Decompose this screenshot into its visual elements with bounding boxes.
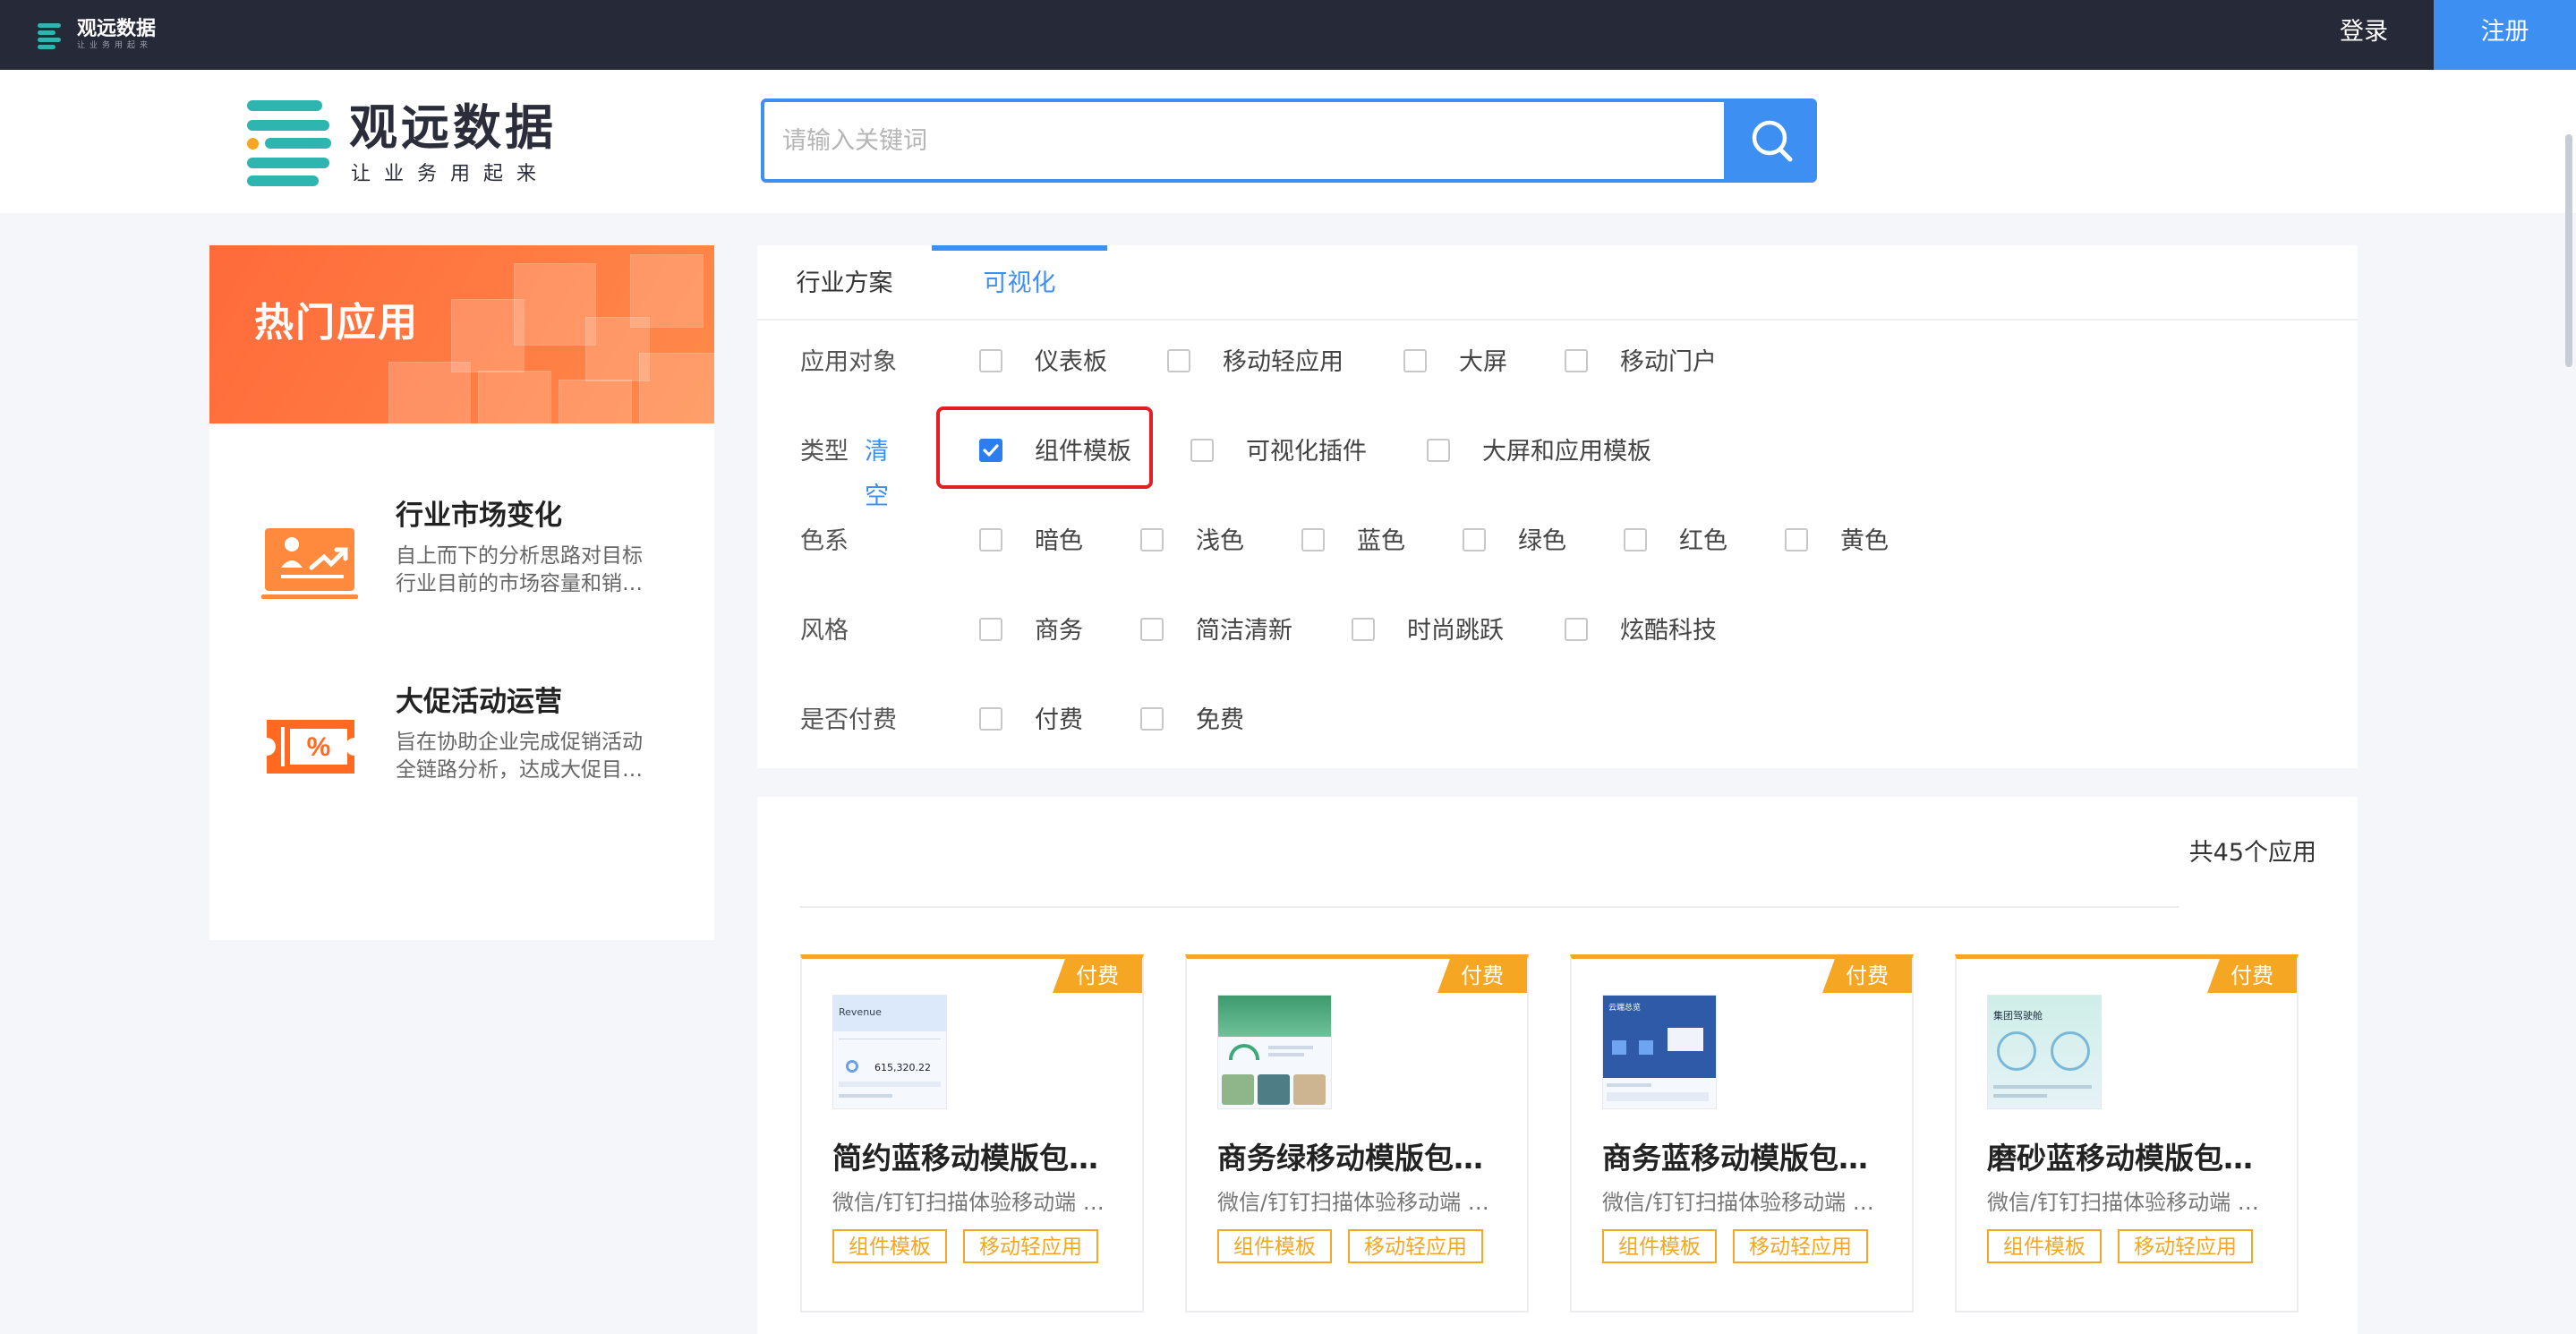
tab-visualization[interactable]: 可视化 — [932, 245, 1107, 319]
checkbox[interactable] — [1403, 349, 1427, 372]
check-icon — [983, 444, 999, 457]
brand-slogan: 让业务用起来 — [351, 163, 550, 185]
hot-item-desc: 旨在协助企业完成促销活动 全链路分析，达成大促目… — [396, 731, 643, 782]
topbar-logo-text: 观远数据 — [77, 18, 157, 40]
hot-item-market[interactable]: 行业市场变化 自上而下的分析思路对目标 行业目前的市场容量和销… — [209, 483, 714, 627]
filter-label: 应用对象 — [800, 348, 897, 376]
hot-apps-title: 热门应用 — [254, 300, 419, 346]
checkbox[interactable] — [1140, 618, 1164, 641]
checkbox-checked[interactable] — [979, 439, 1002, 462]
tag[interactable]: 组件模板 — [1602, 1229, 1717, 1263]
tag[interactable]: 组件模板 — [1217, 1229, 1332, 1263]
tag[interactable]: 移动轻应用 — [963, 1229, 1098, 1263]
paid-badge: 付费 — [1053, 959, 1142, 993]
filter-label: 色系 — [800, 527, 849, 555]
checkbox[interactable] — [1427, 439, 1450, 462]
tag[interactable]: 组件模板 — [832, 1229, 947, 1263]
checkbox[interactable] — [1463, 528, 1486, 552]
topbar-logo[interactable]: 观远数据 让业务用起来 — [32, 14, 156, 56]
page-scrollbar[interactable] — [2565, 134, 2572, 367]
checkbox[interactable] — [979, 618, 1002, 641]
checkbox[interactable] — [1624, 528, 1647, 552]
thumb-title: Revenue — [833, 996, 946, 1031]
app-subtitle: 微信/钉钉扫描体验移动端 … — [1987, 1190, 2259, 1215]
checkbox[interactable] — [1140, 528, 1164, 552]
checkbox[interactable] — [1565, 349, 1588, 372]
checkbox[interactable] — [1140, 707, 1164, 731]
tab-divider — [757, 319, 2358, 321]
app-card[interactable]: 付费 Revenue 615,320.22 简约蓝移动模版包… 微信/钉钉扫描体… — [800, 954, 1144, 1313]
filter-label: 是否付费 — [800, 706, 897, 734]
checkbox[interactable] — [1301, 528, 1325, 552]
checkbox[interactable] — [979, 349, 1002, 372]
tag[interactable]: 组件模板 — [1987, 1229, 2102, 1263]
hot-apps-banner: 热门应用 — [209, 245, 714, 423]
checkbox[interactable] — [979, 528, 1002, 552]
app-title: 商务蓝移动模版包… — [1602, 1141, 1868, 1176]
tag[interactable]: 移动轻应用 — [1348, 1229, 1483, 1263]
app-title: 简约蓝移动模版包… — [832, 1141, 1098, 1176]
svg-text:%: % — [307, 732, 331, 762]
app-subtitle: 微信/钉钉扫描体验移动端 … — [1217, 1190, 1489, 1215]
search-button[interactable] — [1727, 98, 1817, 183]
app-card[interactable]: 付费 云端总览 商务蓝移动模版包… 微信/钉钉扫描体验移动端 … 组件模板 移动… — [1570, 954, 1914, 1313]
register-button[interactable]: 注册 — [2434, 0, 2576, 70]
paid-badge: 付费 — [1822, 959, 1912, 993]
checkbox[interactable] — [1190, 439, 1214, 462]
search-field — [761, 98, 1727, 183]
tag[interactable]: 移动轻应用 — [1733, 1229, 1868, 1263]
top-nav-bar: 观远数据 让业务用起来 登录 注册 — [0, 0, 2576, 70]
coupon-percent-icon: % — [267, 720, 354, 774]
hot-item-promotion[interactable]: % 大促活动运营 旨在协助企业完成促销活动 全链路分析，达成大促目… — [209, 670, 714, 813]
app-thumbnail: 集团驾驶舱 — [1987, 995, 2102, 1109]
logo-icon — [32, 18, 66, 52]
login-link[interactable]: 登录 — [2315, 0, 2413, 70]
app-thumbnail — [1217, 995, 1332, 1109]
active-tab-indicator — [932, 245, 1107, 251]
app-card[interactable]: 付费 商务绿移动模版包… 微信/钉钉扫描体验移动端 … 组件模板 移动轻应用 — [1185, 954, 1529, 1313]
app-thumbnail: 云端总览 — [1602, 995, 1717, 1109]
checkbox[interactable] — [1785, 528, 1808, 552]
app-card[interactable]: 付费 集团驾驶舱 磨砂蓝移动模版包… 微信/钉钉扫描体验移动端 … 组件模板 移… — [1955, 954, 2299, 1313]
hot-item-title: 行业市场变化 — [396, 500, 562, 532]
topbar-logo-slogan: 让业务用起来 — [77, 41, 153, 50]
tag[interactable]: 移动轻应用 — [2118, 1229, 2253, 1263]
filter-label: 风格 — [800, 617, 849, 645]
app-subtitle: 微信/钉钉扫描体验移动端 … — [1602, 1190, 1874, 1215]
hot-apps-panel: 热门应用 行业市场变化 自上而下的分析思路对目标 行业目前的市场容量和销… % … — [209, 245, 714, 940]
checkbox[interactable] — [979, 707, 1002, 731]
filter-panel: 行业方案 可视化 应用对象 仪表板 移动轻应用 大屏 移动门户 类型 清空 组件… — [757, 245, 2358, 768]
app-title: 磨砂蓝移动模版包… — [1987, 1141, 2253, 1176]
brand-logo[interactable]: 观远数据 让业务用起来 — [247, 98, 569, 188]
checkbox[interactable] — [1352, 618, 1375, 641]
tab-industry-solution[interactable]: 行业方案 — [757, 245, 932, 319]
app-subtitle: 微信/钉钉扫描体验移动端 … — [832, 1190, 1105, 1215]
brand-logo-icon — [247, 98, 333, 186]
app-thumbnail: Revenue 615,320.22 — [832, 995, 947, 1109]
clear-filter-link[interactable]: 清空 — [865, 430, 889, 510]
app-title: 商务绿移动模版包… — [1217, 1141, 1483, 1176]
filter-label: 类型 — [800, 438, 849, 466]
market-trend-icon — [261, 528, 358, 599]
hot-item-title: 大促活动运营 — [396, 686, 562, 718]
paid-badge: 付费 — [1437, 959, 1527, 993]
thumb-title: 集团驾驶舱 — [1993, 1010, 2043, 1022]
results-divider — [800, 906, 2179, 908]
thumb-value: 615,320.22 — [874, 1062, 931, 1073]
checkbox[interactable] — [1565, 618, 1588, 641]
search-icon — [1752, 120, 1793, 162]
checkbox[interactable] — [1167, 349, 1190, 372]
brand-name: 观远数据 — [349, 99, 557, 156]
hot-item-desc: 自上而下的分析思路对目标 行业目前的市场容量和销… — [396, 544, 643, 595]
results-panel: 共45个应用 付费 Revenue 615,320.22 简约蓝移动模版包… 微… — [757, 797, 2358, 1334]
search-input[interactable] — [764, 102, 1724, 179]
paid-badge: 付费 — [2207, 959, 2297, 993]
result-count: 共45个应用 — [2188, 839, 2316, 867]
